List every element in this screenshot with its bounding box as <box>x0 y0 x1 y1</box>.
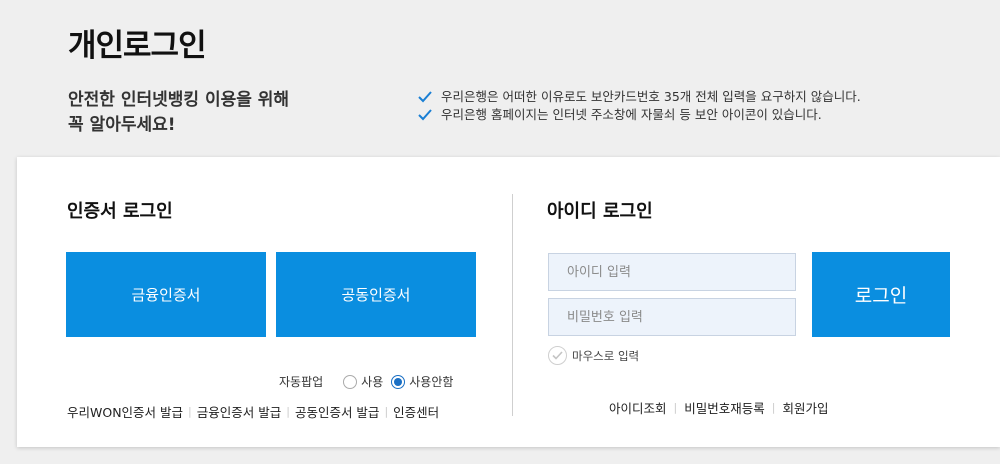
notice-item: 우리은행 홈페이지는 인터넷 주소창에 자물쇠 등 보안 아이콘이 있습니다. <box>418 106 861 124</box>
radio-use-label[interactable]: 사용 <box>361 373 383 390</box>
link-sign-up[interactable]: 회원가입 <box>782 398 828 417</box>
link-find-id[interactable]: 아이디조회 <box>609 398 667 417</box>
financial-cert-button[interactable]: 금융인증서 <box>66 252 266 337</box>
link-cert-center[interactable]: 인증센터 <box>393 402 439 421</box>
notice-heading-line1: 안전한 인터넷뱅킹 이용을 위해 <box>68 90 290 110</box>
section-divider <box>512 194 513 416</box>
id-links: 아이디조회 | 비밀번호재등록 | 회원가입 <box>609 398 828 417</box>
link-reset-password[interactable]: 비밀번호재등록 <box>684 398 765 417</box>
page-title: 개인로그인 <box>68 28 207 64</box>
link-separator: | <box>673 401 678 414</box>
joint-cert-button[interactable]: 공동인증서 <box>276 252 476 337</box>
radio-not-use-label[interactable]: 사용안함 <box>409 373 453 390</box>
link-separator: | <box>188 405 192 418</box>
notice-item-text: 우리은행은 어떠한 이유로도 보안카드번호 35개 전체 입력을 요구하지 않습… <box>441 89 861 104</box>
mouse-input-row[interactable]: 마우스로 입력 <box>548 346 639 365</box>
link-separator: | <box>771 401 776 414</box>
login-button[interactable]: 로그인 <box>812 252 950 337</box>
notice-heading: 안전한 인터넷뱅킹 이용을 위해 꼭 알아두세요! <box>68 88 358 138</box>
auto-popup-row: 자동팝업 사용 사용안함 <box>279 373 461 390</box>
link-joint-cert-issue[interactable]: 공동인증서 발급 <box>295 402 379 421</box>
link-won-cert-issue[interactable]: 우리WON인증서 발급 <box>67 402 183 421</box>
cert-links: 우리WON인증서 발급 | 금융인증서 발급 | 공동인증서 발급 | 인증센터 <box>67 402 439 421</box>
id-login-title: 아이디 로그인 <box>547 201 653 222</box>
notice-list: 우리은행은 어떠한 이유로도 보안카드번호 35개 전체 입력을 요구하지 않습… <box>418 88 861 124</box>
link-financial-cert-issue[interactable]: 금융인증서 발급 <box>197 402 281 421</box>
link-separator: | <box>286 405 290 418</box>
cert-login-title: 인증서 로그인 <box>67 201 173 222</box>
password-input[interactable] <box>548 298 796 336</box>
check-icon <box>418 109 432 121</box>
login-panel: 인증서 로그인 금융인증서 공동인증서 자동팝업 사용 사용안함 우리WON인증… <box>17 157 1000 447</box>
check-mark-icon <box>552 351 563 360</box>
notice-item: 우리은행은 어떠한 이유로도 보안카드번호 35개 전체 입력을 요구하지 않습… <box>418 88 861 106</box>
notice-item-text: 우리은행 홈페이지는 인터넷 주소창에 자물쇠 등 보안 아이콘이 있습니다. <box>441 107 822 122</box>
id-input[interactable] <box>548 253 796 291</box>
mouse-input-label[interactable]: 마우스로 입력 <box>572 348 639 364</box>
notice-heading-line2: 꼭 알아두세요! <box>68 115 176 135</box>
radio-use[interactable] <box>343 374 358 389</box>
check-icon <box>418 91 432 103</box>
check-circle-icon[interactable] <box>548 346 567 365</box>
auto-popup-label: 자동팝업 <box>279 375 324 389</box>
link-separator: | <box>384 405 389 418</box>
radio-not-use[interactable] <box>391 374 406 389</box>
